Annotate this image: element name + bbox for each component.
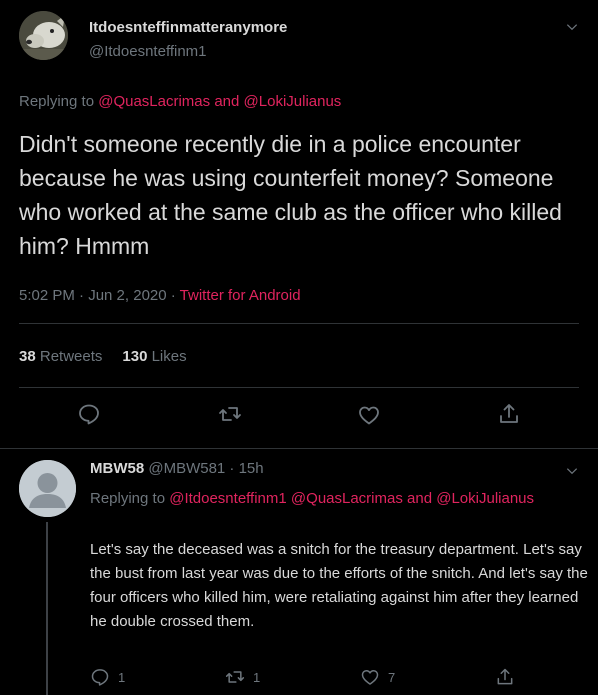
divider <box>0 448 598 449</box>
like-icon[interactable] <box>357 403 381 427</box>
retweet-count: 1 <box>253 669 261 685</box>
avatar[interactable] <box>19 11 68 60</box>
divider <box>19 323 579 324</box>
retweet-icon <box>225 671 245 683</box>
tweet-text: Didn't someone recently die in a police … <box>19 131 562 259</box>
reply-icon[interactable] <box>77 402 101 426</box>
likes-stat[interactable]: 130 Likes <box>122 348 186 365</box>
mention-link[interactable]: @LokiJulianus <box>436 490 534 507</box>
replying-and: and <box>214 93 240 110</box>
mention-link[interactable]: @Itdoesnteffinm1 <box>169 490 287 507</box>
mention-link[interactable]: @LokiJulianus <box>244 93 342 110</box>
avatar[interactable] <box>19 460 76 517</box>
tweet-meta: 5:02 PM · Jun 2, 2020 · Twitter for Andr… <box>19 287 301 304</box>
reply-text: Let's say the deceased was a snitch for … <box>90 541 588 630</box>
like-count: 7 <box>388 669 396 685</box>
share-icon[interactable] <box>497 402 521 426</box>
share-icon <box>497 668 513 685</box>
user-handle-time[interactable]: @MBW581 · 15h <box>148 460 263 477</box>
like-icon <box>361 670 379 685</box>
mention-link[interactable]: @QuasLacrimas <box>98 93 210 110</box>
dog-avatar-image <box>19 11 68 60</box>
like-button[interactable]: 7 <box>360 666 395 688</box>
share-button[interactable] <box>495 666 523 688</box>
chevron-down-icon[interactable] <box>565 20 579 34</box>
reply-button[interactable]: 1 <box>90 666 125 688</box>
main-tweet: Itdoesnteffinmatteranymore @Itdoesnteffi… <box>0 0 598 449</box>
user-handle[interactable]: @Itdoesnteffinm1 <box>89 43 207 60</box>
retweet-button[interactable]: 1 <box>225 666 260 688</box>
display-name[interactable]: Itdoesnteffinmatteranymore <box>89 19 287 36</box>
reply-tweet[interactable]: MBW58 @MBW581 · 15h Replying to @Itdoesn… <box>0 450 598 695</box>
reply-header: MBW58 @MBW581 · 15h <box>90 460 264 477</box>
replying-to: Replying to @Itdoesnteffinm1 @QuasLacrim… <box>90 487 570 511</box>
retweet-icon[interactable] <box>218 402 242 426</box>
retweets-stat[interactable]: 38 Retweets <box>19 348 102 365</box>
thread-line <box>46 522 48 695</box>
reply-icon <box>91 669 109 686</box>
divider <box>19 387 579 388</box>
reply-count: 1 <box>118 669 126 685</box>
tweet-timestamp[interactable]: 5:02 PM · Jun 2, 2020 · <box>19 287 176 304</box>
default-avatar-icon <box>19 460 76 517</box>
replying-prefix: Replying to <box>90 490 166 507</box>
chevron-down-icon[interactable] <box>565 464 579 478</box>
tweet-stats: 38 Retweets 130 Likes <box>19 348 187 365</box>
display-name[interactable]: MBW58 <box>90 460 144 477</box>
replying-to: Replying to @QuasLacrimas and @LokiJulia… <box>19 93 341 110</box>
mention-link[interactable]: @QuasLacrimas <box>291 490 403 507</box>
tweet-source[interactable]: Twitter for Android <box>180 287 301 304</box>
replying-and: and <box>407 490 433 507</box>
replying-prefix: Replying to <box>19 93 95 110</box>
